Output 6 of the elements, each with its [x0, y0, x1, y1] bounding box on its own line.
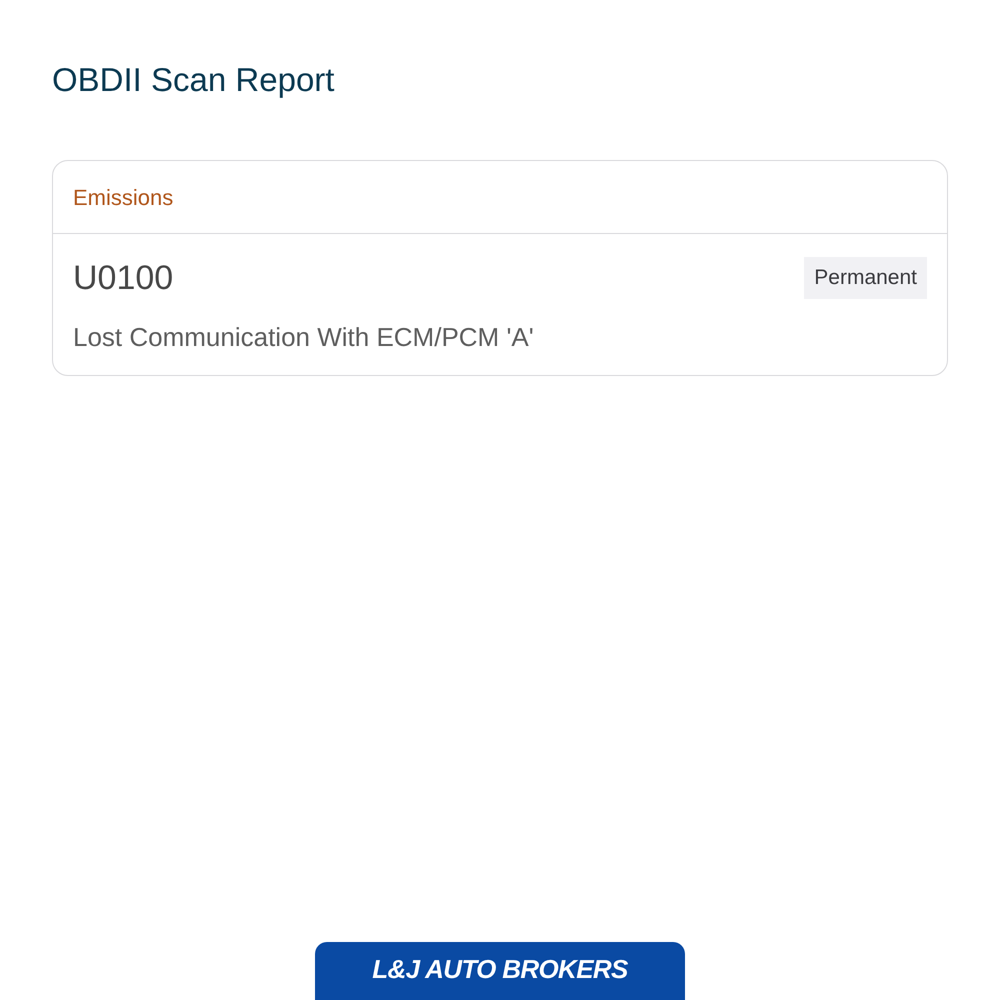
section-title: Emissions [73, 184, 174, 212]
brand-logo: L&J AUTO BROKERS [315, 942, 685, 1000]
page-title: OBDII Scan Report [52, 60, 334, 100]
code-description: Lost Communication With ECM/PCM 'A' [73, 321, 534, 353]
trouble-code: U0100 [73, 258, 174, 299]
status-badge: Permanent [804, 257, 927, 299]
